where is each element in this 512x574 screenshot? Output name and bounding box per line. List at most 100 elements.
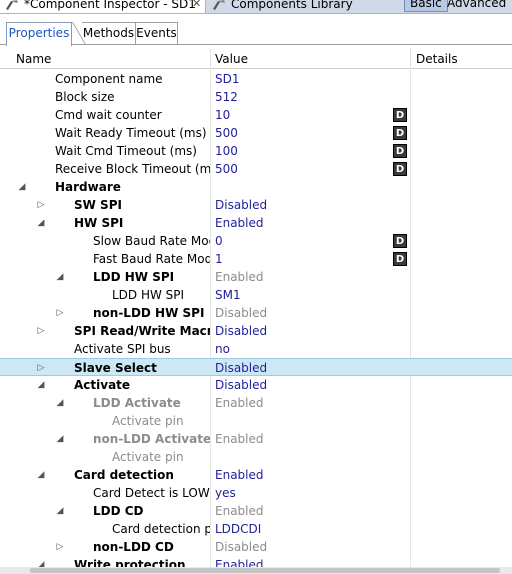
property-row[interactable]: Card detection pin LDDCDI (0, 520, 512, 538)
view-tab-bar: *Component Inspector - SD1 ✕ Components … (0, 0, 512, 14)
property-value[interactable]: 500 (215, 160, 238, 178)
default-value-button[interactable]: D (393, 126, 407, 140)
property-value[interactable]: Disabled (215, 376, 267, 394)
property-value[interactable]: 512 (215, 88, 238, 106)
property-value[interactable]: Enabled (215, 394, 264, 412)
property-name: Hardware (55, 180, 121, 194)
property-row[interactable]: ◢ LDD Activate Enabled (0, 394, 512, 412)
property-value[interactable]: 0 (215, 232, 223, 250)
tab-methods[interactable]: Methods (82, 22, 136, 45)
property-row[interactable]: ◢ HW SPI Enabled (0, 214, 512, 232)
default-value-button[interactable]: D (393, 162, 407, 176)
expanded-arrow-icon[interactable]: ◢ (36, 466, 46, 484)
property-value[interactable]: 500 (215, 124, 238, 142)
property-name: Activate pin (112, 450, 184, 464)
property-row[interactable]: ▷ SPI Read/Write Macros Disabled (0, 322, 512, 340)
property-value[interactable]: Enabled (215, 466, 264, 484)
property-value[interactable]: SM1 (215, 286, 241, 304)
property-row[interactable]: Block size 512 (0, 88, 512, 106)
property-value[interactable]: Disabled (215, 196, 267, 214)
property-name: Fast Baud Rate Mode (93, 252, 210, 266)
column-details-header[interactable]: Details (416, 52, 458, 66)
column-divider[interactable] (210, 49, 211, 69)
property-value[interactable]: Enabled (215, 268, 264, 286)
collapsed-arrow-icon[interactable]: ▷ (36, 196, 46, 214)
property-name: Card Detect is LOW active (93, 486, 210, 500)
property-row[interactable]: ◢ LDD HW SPI Enabled (0, 268, 512, 286)
column-divider[interactable] (410, 49, 411, 69)
property-value[interactable]: yes (215, 484, 236, 502)
column-value-header[interactable]: Value (215, 52, 248, 66)
property-value[interactable]: 100 (215, 142, 238, 160)
close-icon[interactable]: ✕ (192, 0, 201, 13)
property-row[interactable]: Slow Baud Rate Mode 0 D (0, 232, 512, 250)
property-value[interactable]: Disabled (215, 538, 267, 556)
scrollbar-thumb[interactable] (30, 568, 500, 573)
column-name-header[interactable]: Name (16, 52, 51, 66)
default-value-button[interactable]: D (393, 234, 407, 248)
collapsed-arrow-icon[interactable]: ▷ (55, 538, 65, 556)
property-row[interactable]: ◢ non-LDD Activate Enabled (0, 430, 512, 448)
tab-events[interactable]: Events (136, 22, 178, 45)
property-row[interactable]: Card Detect is LOW active yes (0, 484, 512, 502)
advanced-mode-button[interactable]: Advanced (442, 0, 511, 12)
property-rows: Component name SD1 Block size 512 Cmd wait c… (0, 70, 512, 574)
expanded-arrow-icon[interactable]: ◢ (36, 214, 46, 232)
tab-component-inspector[interactable]: *Component Inspector - SD1 ✕ (0, 0, 206, 13)
property-row[interactable]: Activate pin (0, 448, 512, 466)
property-value[interactable]: 1 (215, 250, 223, 268)
property-value[interactable]: Enabled (215, 214, 264, 232)
property-row[interactable]: Activate pin (0, 412, 512, 430)
property-row[interactable]: LDD HW SPI SM1 (0, 286, 512, 304)
property-row[interactable]: Wait Ready Timeout (ms) 500 D (0, 124, 512, 142)
property-value[interactable]: Enabled (215, 502, 264, 520)
property-row[interactable]: ◢ Hardware (0, 178, 512, 196)
default-value-button[interactable]: D (393, 252, 407, 266)
property-name: Card detection pin (112, 522, 210, 536)
property-name: Block size (55, 90, 115, 104)
property-row[interactable]: ▷ SW SPI Disabled (0, 196, 512, 214)
expanded-arrow-icon[interactable]: ◢ (36, 376, 46, 394)
property-row[interactable]: Cmd wait counter 10 D (0, 106, 512, 124)
property-value[interactable]: Enabled (215, 430, 264, 448)
property-row[interactable]: ▷ non-LDD CD Disabled (0, 538, 512, 556)
property-value[interactable]: Disabled (215, 322, 267, 340)
property-grid: Component name SD1 Block size 512 Cmd wait c… (0, 70, 512, 574)
collapsed-arrow-icon[interactable]: ▷ (55, 304, 65, 322)
property-row[interactable]: ◢ Activate Disabled (0, 376, 512, 394)
property-value[interactable]: no (215, 340, 230, 358)
property-row[interactable]: ◢ Card detection Enabled (0, 466, 512, 484)
expanded-arrow-icon[interactable]: ◢ (17, 178, 27, 196)
property-name: LDD CD (93, 504, 144, 518)
expanded-arrow-icon[interactable]: ◢ (55, 394, 65, 412)
property-name: Activate SPI bus (74, 342, 171, 356)
tab-properties[interactable]: Properties (6, 22, 72, 46)
collapsed-arrow-icon[interactable]: ▷ (36, 322, 46, 340)
property-row[interactable]: ▷ non-LDD HW SPI Disabled (0, 304, 512, 322)
property-row[interactable]: Component name SD1 (0, 70, 512, 88)
property-row[interactable]: ◢ LDD CD Enabled (0, 502, 512, 520)
property-value[interactable]: SD1 (215, 70, 240, 88)
collapsed-arrow-icon[interactable]: ▷ (36, 359, 46, 377)
property-name: Cmd wait counter (55, 108, 162, 122)
horizontal-scrollbar[interactable] (0, 567, 512, 574)
default-value-button[interactable]: D (393, 108, 407, 122)
property-name: Card detection (74, 468, 174, 482)
property-value[interactable]: LDDCDI (215, 520, 261, 538)
property-name: Activate (74, 378, 131, 392)
expanded-arrow-icon[interactable]: ◢ (55, 502, 65, 520)
tab-components-library[interactable]: Components Library (207, 0, 397, 13)
default-value-button[interactable]: D (393, 144, 407, 158)
property-row[interactable]: Activate SPI bus no (0, 340, 512, 358)
expanded-arrow-icon[interactable]: ◢ (55, 430, 65, 448)
property-row[interactable]: ▷ Slave Select Disabled (0, 358, 512, 376)
expanded-arrow-icon[interactable]: ◢ (55, 268, 65, 286)
property-row[interactable]: Wait Cmd Timeout (ms) 100 D (0, 142, 512, 160)
property-row[interactable]: Fast Baud Rate Mode 1 D (0, 250, 512, 268)
property-name: LDD HW SPI (93, 270, 175, 284)
property-row[interactable]: Receive Block Timeout (ms) 500 D (0, 160, 512, 178)
property-value[interactable]: Disabled (215, 359, 267, 377)
column-header: Name Value Details (0, 49, 512, 69)
property-value[interactable]: 10 (215, 106, 230, 124)
property-value[interactable]: Disabled (215, 304, 267, 322)
